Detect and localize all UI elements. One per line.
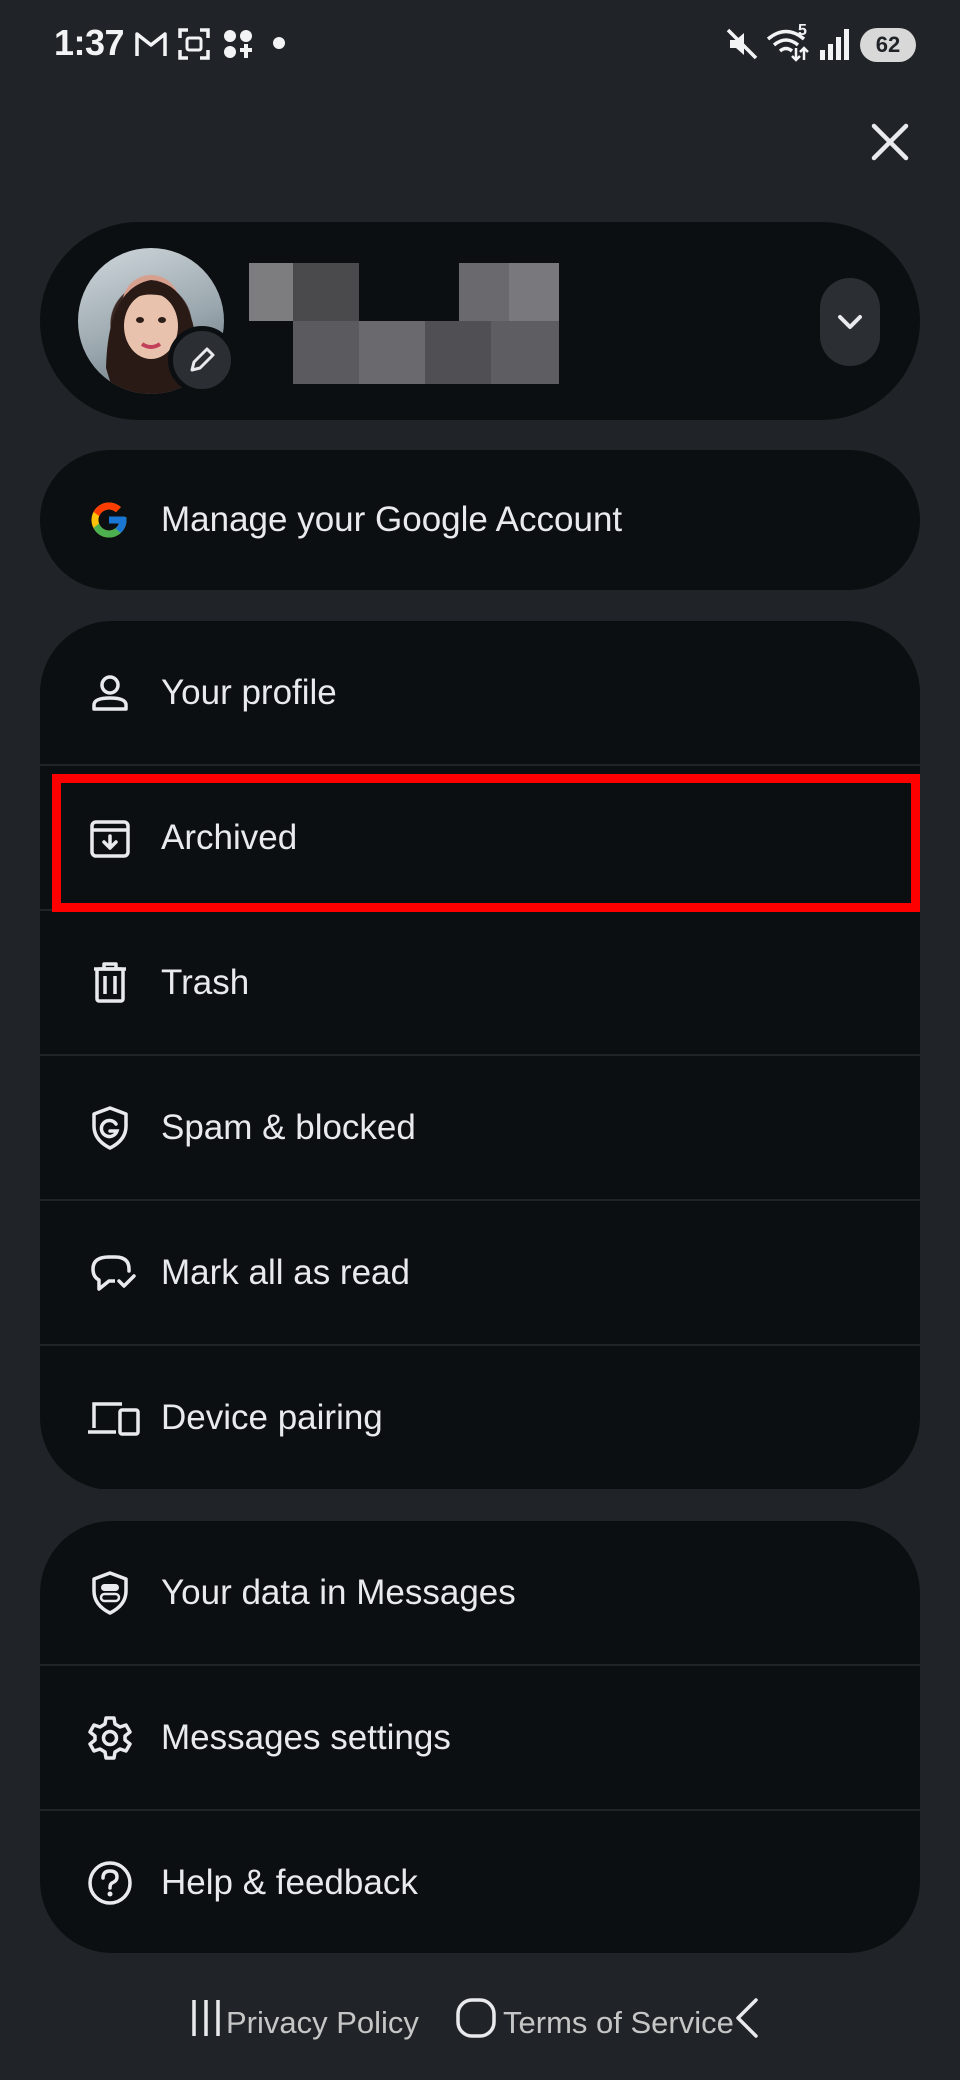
close-icon[interactable]	[864, 116, 916, 168]
menu-item-label: Spam & blocked	[161, 1107, 416, 1147]
menu-item-label: Your profile	[161, 672, 337, 712]
menu-item-trash[interactable]: Trash	[40, 911, 920, 1054]
dot-icon	[273, 37, 285, 49]
menu-item-your-profile[interactable]: Your profile	[40, 621, 920, 764]
menu-item-archived[interactable]: Archived	[40, 766, 920, 909]
menu-item-your-data[interactable]: Your data in Messages	[40, 1521, 920, 1664]
recent-apps-icon[interactable]	[188, 1996, 228, 2040]
chat-check-icon	[91, 1254, 136, 1291]
signal-icon	[820, 29, 849, 60]
menu-item-messages-settings[interactable]: Messages settings	[40, 1666, 920, 1809]
gear-icon	[88, 1715, 132, 1760]
privacy-policy-link[interactable]: Privacy Policy	[226, 2005, 419, 2041]
manage-google-account-button[interactable]: Manage your Google Account	[40, 450, 920, 590]
menu-group-secondary: Your data in Messages Messages settings …	[40, 1521, 920, 1953]
menu-item-label: Trash	[161, 962, 250, 1002]
menu-item-label: Archived	[161, 817, 298, 857]
screenshot-icon	[178, 28, 210, 60]
trash-icon	[94, 961, 126, 1003]
manage-account-label: Manage your Google Account	[161, 500, 623, 539]
menu-group-main: Your profile Archived Trash Spam & block…	[40, 621, 920, 1490]
person-icon	[92, 674, 128, 711]
menu-item-mark-all-read[interactable]: Mark all as read	[40, 1201, 920, 1344]
edit-avatar-button[interactable]	[168, 326, 236, 394]
gmail-icon	[135, 32, 167, 56]
network-badge: 5	[798, 22, 807, 39]
account-switcher-button[interactable]	[820, 278, 880, 366]
menu-item-label: Messages settings	[161, 1717, 451, 1757]
menu-item-spam-blocked[interactable]: Spam & blocked	[40, 1056, 920, 1199]
google-g-icon	[91, 502, 127, 538]
account-name-redacted	[249, 263, 559, 384]
menu-item-label: Your data in Messages	[161, 1572, 516, 1612]
app-icon	[224, 30, 252, 58]
back-icon[interactable]	[730, 1996, 766, 2040]
privacy-shield-icon	[92, 1570, 128, 1615]
menu-item-label: Help & feedback	[161, 1862, 418, 1902]
chevron-down-icon	[838, 315, 862, 329]
battery-icon: 62	[860, 28, 916, 62]
mute-icon	[726, 28, 758, 60]
status-time: 1:37	[54, 22, 125, 63]
devices-icon	[88, 1401, 140, 1436]
menu-item-label: Device pairing	[161, 1397, 383, 1437]
account-card	[40, 222, 920, 420]
status-bar: 1:37 5 62	[0, 0, 960, 92]
menu-item-device-pairing[interactable]: Device pairing	[40, 1346, 920, 1489]
home-icon[interactable]	[454, 1996, 498, 2040]
menu-item-label: Mark all as read	[161, 1252, 410, 1292]
pencil-icon	[190, 347, 215, 372]
help-icon	[88, 1860, 132, 1905]
shield-icon	[92, 1105, 128, 1150]
terms-of-service-link[interactable]: Terms of Service	[503, 2005, 734, 2041]
menu-item-help-feedback[interactable]: Help & feedback	[40, 1811, 920, 1953]
archive-icon	[90, 819, 130, 858]
